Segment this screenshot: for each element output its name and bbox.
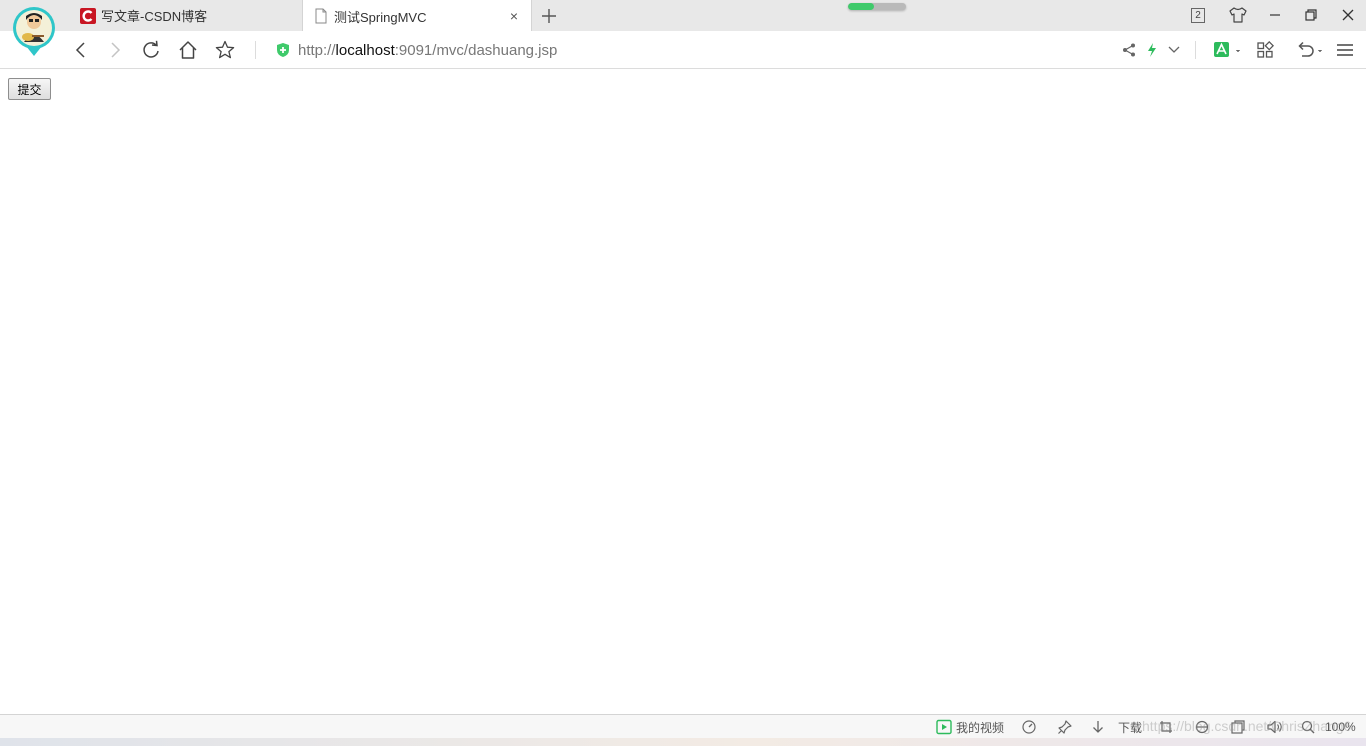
tab-title: 写文章-CSDN博客 <box>101 9 208 24</box>
mute-button[interactable] <box>1266 718 1284 736</box>
hamburger-icon <box>1337 44 1353 56</box>
address-bar[interactable]: http://localhost:9091/mvc/dashuang.jsp <box>275 39 557 61</box>
close-window-button[interactable] <box>1336 4 1360 26</box>
speed-mode-button[interactable] <box>1141 39 1163 61</box>
tab-csdn[interactable]: 写文章-CSDN博客 <box>70 0 302 31</box>
pin-icon <box>1058 720 1072 734</box>
green-shield-icon <box>277 43 289 57</box>
grid-icon <box>1257 41 1274 58</box>
os-taskbar <box>0 738 1366 746</box>
pin-button[interactable] <box>1057 718 1073 736</box>
compat-mode-button[interactable] <box>1194 718 1210 736</box>
bookmark-button[interactable] <box>214 39 236 61</box>
tab-count-button[interactable]: 2 <box>1186 4 1210 26</box>
apps-button[interactable] <box>1254 39 1276 61</box>
progress-fill <box>848 3 875 10</box>
download-label: 下载 <box>1118 720 1143 735</box>
tab-title: 测试SpringMVC <box>334 9 427 25</box>
status-bar: 我的视频 下载 100% https://blog.csdn.net/Chris… <box>0 714 1366 738</box>
url-prefix: http:// <box>298 41 336 59</box>
back-button[interactable] <box>70 39 92 61</box>
chevron-right-icon <box>111 42 121 58</box>
minimize-button[interactable] <box>1263 4 1287 26</box>
minimize-icon <box>1270 14 1280 16</box>
magnifier-icon <box>1301 720 1315 734</box>
chevron-down-icon <box>1168 46 1180 53</box>
star-icon <box>215 40 235 59</box>
plus-icon <box>542 9 556 23</box>
menu-button[interactable] <box>1334 39 1356 61</box>
scissors-icon <box>1160 721 1172 733</box>
translate-icon <box>1214 42 1241 57</box>
chevron-left-icon <box>75 42 85 58</box>
translate-button[interactable] <box>1210 39 1244 61</box>
download-arrow-icon <box>1093 721 1103 733</box>
avatar[interactable] <box>10 6 58 60</box>
shirt-icon <box>1229 7 1247 23</box>
navigation-bar: http://localhost:9091/mvc/dashuang.jsp <box>0 31 1366 69</box>
my-video-button[interactable]: 我的视频 <box>936 718 1004 736</box>
share-button[interactable] <box>1118 39 1140 61</box>
csdn-logo-icon <box>80 7 96 24</box>
download-button[interactable]: 下载 <box>1090 718 1142 736</box>
close-icon <box>1342 9 1354 21</box>
divider <box>1195 41 1196 59</box>
skin-button[interactable] <box>1226 4 1250 26</box>
ie-icon <box>1195 720 1209 734</box>
page-content: 提交 <box>0 70 1366 714</box>
undo-icon <box>1298 41 1323 57</box>
video-play-icon <box>936 719 952 735</box>
screenshot-button[interactable] <box>1158 718 1174 736</box>
zoom-level: 100% <box>1325 720 1356 734</box>
tab-strip: 写文章-CSDN博客 测试SpringMVC × 2 <box>0 0 1366 56</box>
forward-button[interactable] <box>104 39 126 61</box>
url-path: :9091/mvc/dashuang.jsp <box>394 41 558 59</box>
close-tab-icon[interactable]: × <box>507 8 521 24</box>
zoom-control[interactable]: 100% <box>1300 718 1356 736</box>
speedometer-icon <box>1022 720 1036 734</box>
home-button[interactable] <box>177 39 199 61</box>
speaker-icon <box>1267 720 1282 734</box>
submit-button[interactable]: 提交 <box>8 78 51 100</box>
lightning-icon <box>1148 43 1156 57</box>
my-video-label: 我的视频 <box>956 720 1005 735</box>
window-icon <box>1231 720 1245 734</box>
window-mode-button[interactable] <box>1230 718 1246 736</box>
home-icon <box>179 41 197 59</box>
new-tab-button[interactable] <box>539 6 559 26</box>
reload-button[interactable] <box>140 39 162 61</box>
restore-button[interactable] <box>1299 4 1323 26</box>
address-dropdown-button[interactable] <box>1163 39 1185 61</box>
url-host: localhost <box>335 41 395 59</box>
tab-springmvc[interactable]: 测试SpringMVC × <box>302 0 532 32</box>
page-icon <box>313 8 329 24</box>
page-load-progress <box>848 3 906 10</box>
undo-close-tab-button[interactable] <box>1292 39 1326 61</box>
restore-icon <box>1305 9 1317 21</box>
share-icon <box>1123 43 1135 57</box>
reload-icon <box>143 40 159 58</box>
tab-count-badge: 2 <box>1191 7 1205 23</box>
divider <box>255 41 256 59</box>
speedup-button[interactable] <box>1021 718 1037 736</box>
